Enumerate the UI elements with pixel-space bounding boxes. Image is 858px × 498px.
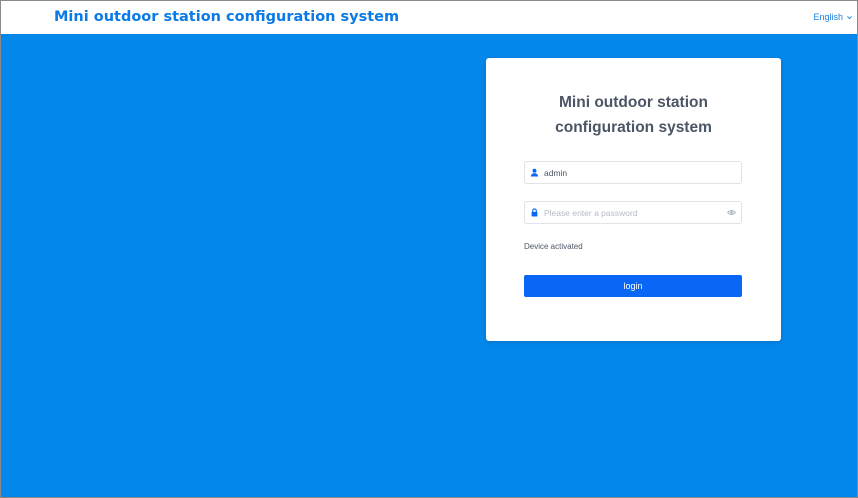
lock-icon [530, 208, 539, 217]
login-title-line2: configuration system [555, 119, 712, 136]
app-window: Mini outdoor station configuration syste… [0, 0, 858, 498]
language-label: English [813, 12, 843, 22]
app-title: Mini outdoor station configuration syste… [54, 9, 400, 25]
eye-icon[interactable] [727, 208, 736, 217]
main-background: Mini outdoor station configuration syste… [1, 34, 857, 497]
top-header: Mini outdoor station configuration syste… [1, 1, 857, 34]
username-input[interactable] [544, 162, 741, 183]
username-field[interactable] [524, 161, 742, 184]
user-icon [530, 168, 539, 177]
login-button[interactable]: login [524, 275, 742, 297]
activation-status: Device activated [524, 242, 583, 251]
chevron-down-icon [847, 15, 852, 19]
language-selector[interactable]: English [813, 12, 853, 22]
login-title-line1: Mini outdoor station [559, 94, 708, 111]
login-title: Mini outdoor station configuration syste… [486, 90, 781, 140]
login-card: Mini outdoor station configuration syste… [486, 58, 781, 341]
password-field[interactable] [524, 201, 742, 224]
password-input[interactable] [544, 202, 727, 223]
